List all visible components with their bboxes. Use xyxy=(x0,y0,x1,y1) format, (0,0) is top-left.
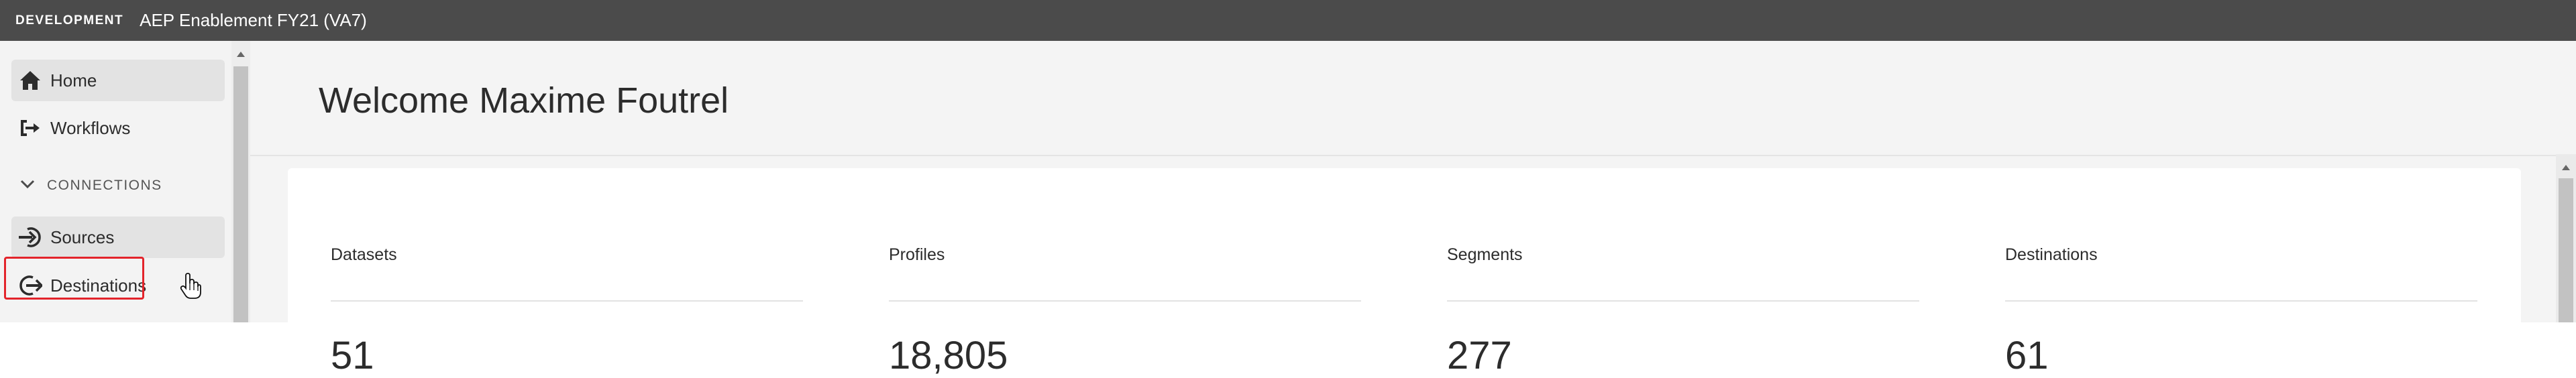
focus-highlight xyxy=(4,257,144,300)
nav-item-home[interactable]: Home xyxy=(11,60,225,101)
main-scrollbar[interactable] xyxy=(2556,154,2576,322)
nav-item-label: Home xyxy=(50,70,97,90)
metric-label: Segments xyxy=(1447,245,1523,264)
main-content: Welcome Maxime Foutrel Datasets 51 Profi… xyxy=(250,41,2576,377)
top-bar: DEVELOPMENT AEP Enablement FY21 (VA7) xyxy=(0,0,2576,41)
metric-value: 277 xyxy=(1447,334,1512,377)
metric-divider xyxy=(331,300,803,302)
sidebar-scrollbar-thumb[interactable] xyxy=(233,66,248,322)
metric-divider xyxy=(889,300,1361,302)
hand-cursor-icon xyxy=(180,273,201,303)
metric-label: Destinations xyxy=(2005,245,2098,264)
page-title: Welcome Maxime Foutrel xyxy=(319,80,729,121)
metric-divider xyxy=(2005,300,2477,302)
sidebar-scrollbar[interactable] xyxy=(231,41,250,322)
metric-label: Datasets xyxy=(331,245,397,264)
metric-value: 61 xyxy=(2005,334,2049,377)
nav-item-label: Sources xyxy=(50,227,115,247)
metric-value: 18,805 xyxy=(889,334,1008,377)
metric-divider xyxy=(1447,300,1919,302)
nav-item-workflows[interactable]: Workflows xyxy=(11,107,225,149)
scroll-up-icon[interactable] xyxy=(2561,162,2571,174)
source-login-icon xyxy=(17,224,44,251)
environment-label: DEVELOPMENT xyxy=(15,13,124,27)
section-label: CONNECTIONS xyxy=(47,178,162,193)
home-icon xyxy=(17,67,44,94)
chevron-down-icon xyxy=(20,180,35,192)
metric-value: 51 xyxy=(331,334,374,377)
org-switcher[interactable]: AEP Enablement FY21 (VA7) xyxy=(140,10,367,31)
section-connections[interactable]: CONNECTIONS xyxy=(20,178,162,194)
scroll-up-icon[interactable] xyxy=(236,49,246,61)
page-header: Welcome Maxime Foutrel xyxy=(250,41,2576,156)
left-nav: Home Workflows CONNECTIONS Sources Desti… xyxy=(0,41,231,322)
metrics-card: Datasets 51 Profiles 18,805 Segments 277… xyxy=(288,168,2521,377)
workflow-icon xyxy=(17,115,44,141)
main-scrollbar-thumb[interactable] xyxy=(2559,178,2573,322)
metric-label: Profiles xyxy=(889,245,945,264)
nav-item-label: Workflows xyxy=(50,117,131,138)
nav-item-sources[interactable]: Sources xyxy=(11,216,225,258)
